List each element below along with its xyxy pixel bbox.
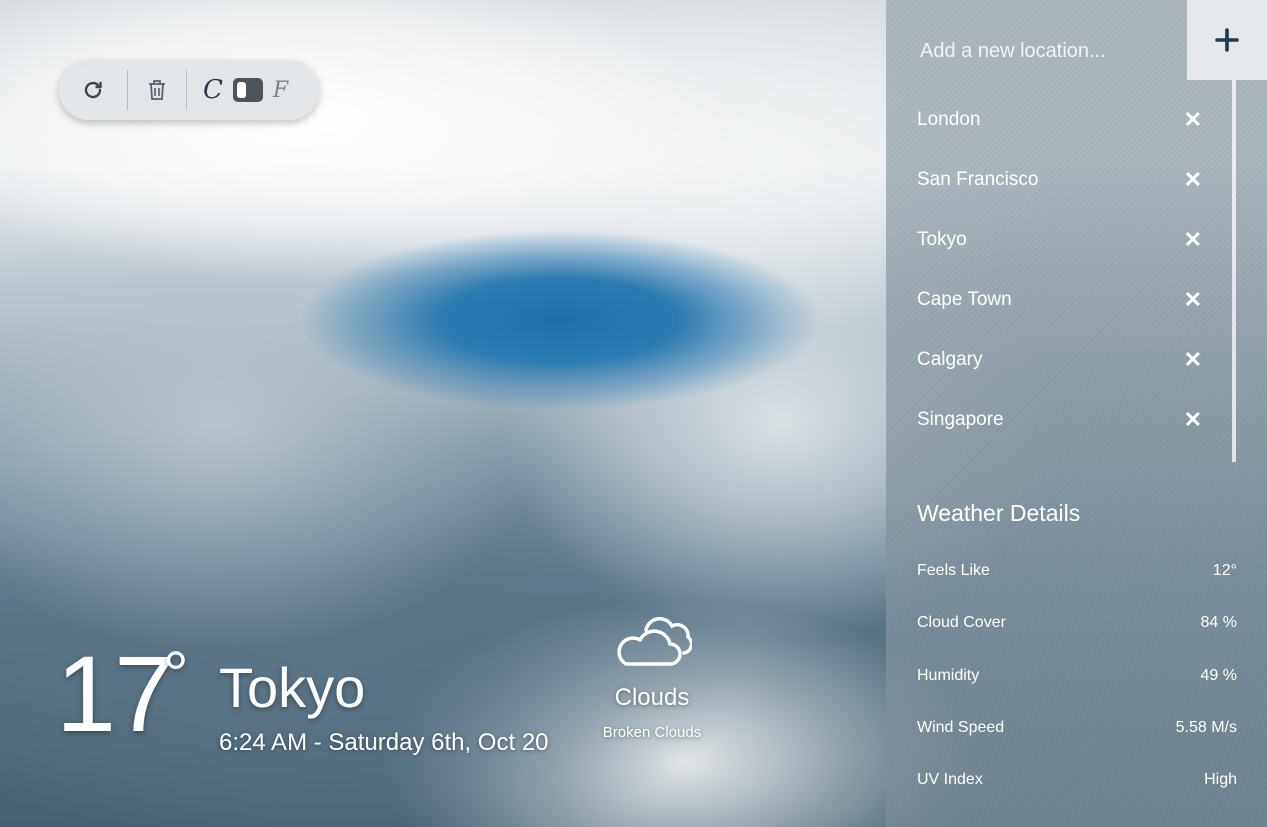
location-name: Calgary [917,349,983,370]
detail-row: Feels Like 12° [917,545,1237,597]
condition-detail: Broken Clouds [602,724,702,741]
degree-symbol: ° [163,638,189,710]
remove-location-icon[interactable]: ✕ [1184,289,1202,311]
refresh-icon [84,81,102,99]
detail-value: 5.58 M/s [1175,719,1237,737]
toolbar: C F [59,60,319,120]
location-name: Cape Town [917,289,1012,310]
temperature-value: 17 [56,633,174,754]
condition-block: Clouds Broken Clouds [592,616,712,741]
date-time: 6:24 AM - Saturday 6th, Oct 20 [219,729,549,756]
location-item[interactable]: Cape Town ✕ [886,270,1232,330]
location-list-scrollbar[interactable] [1232,80,1236,462]
location-name: San Francisco [917,169,1039,190]
location-item[interactable]: Calgary ✕ [886,330,1232,390]
location-name: London [917,109,981,130]
unit-switch: C F [187,75,288,105]
location-name: Singapore [917,409,1004,430]
weather-details-title: Weather Details [917,500,1081,526]
location-item[interactable]: San Francisco ✕ [886,150,1232,210]
location-name: Tokyo [917,229,967,250]
location-list: London ✕ San Francisco ✕ Tokyo ✕ Cape To… [886,90,1232,450]
detail-label: UV Index [917,771,983,789]
location-item[interactable]: Tokyo ✕ [886,210,1232,270]
celsius-label[interactable]: C [203,75,223,105]
detail-label: Feels Like [917,562,990,580]
fahrenheit-label[interactable]: F [273,78,288,103]
detail-row: Cloud Cover 84 % [917,597,1237,649]
detail-value: 49 % [1200,666,1237,684]
location-item[interactable]: London ✕ [886,90,1232,150]
detail-value: 84 % [1200,614,1237,632]
plus-icon [1215,28,1239,52]
clouds-icon [617,617,692,666]
detail-row: Wind Speed 5.58 M/s [917,702,1237,754]
location-search-input[interactable] [918,38,1182,64]
remove-location-icon[interactable]: ✕ [1184,229,1202,251]
detail-row: Humidity 49 % [917,650,1237,702]
condition-label: Clouds [614,684,690,711]
detail-label: Humidity [917,666,980,684]
remove-location-icon[interactable]: ✕ [1184,169,1202,191]
detail-label: Cloud Cover [917,614,1006,632]
remove-location-icon[interactable]: ✕ [1184,349,1202,371]
remove-location-icon[interactable]: ✕ [1184,409,1202,431]
toggle-knob [236,82,246,98]
detail-value: 12° [1212,562,1237,580]
remove-location-icon[interactable]: ✕ [1184,109,1202,131]
delete-button[interactable] [128,60,186,120]
detail-value: High [1204,771,1237,789]
city-name: Tokyo [219,656,366,719]
trash-icon [149,80,165,100]
location-item[interactable]: Singapore ✕ [886,390,1232,450]
unit-toggle[interactable] [232,78,263,102]
add-location-button[interactable] [1187,0,1267,80]
sidebar-panel: London ✕ San Francisco ✕ Tokyo ✕ Cape To… [886,0,1267,827]
weather-details-list: Feels Like 12° Cloud Cover 84 % Humidity… [917,545,1237,806]
detail-label: Wind Speed [917,719,1005,737]
refresh-button[interactable] [59,60,127,120]
detail-row: UV Index High [917,754,1237,806]
